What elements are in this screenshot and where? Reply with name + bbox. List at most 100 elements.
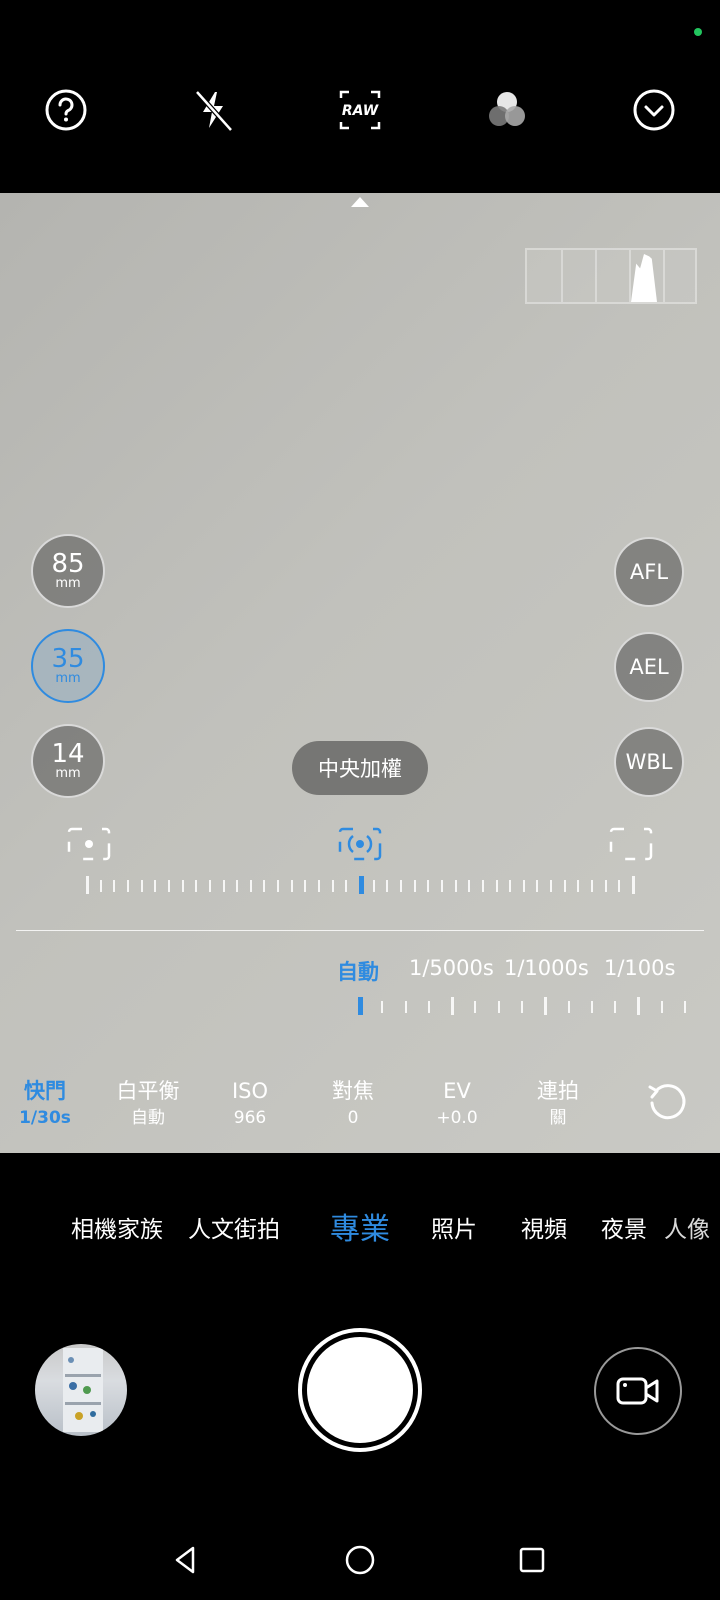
focal-value: 35	[51, 644, 85, 674]
divider	[16, 930, 704, 931]
home-nav-icon[interactable]	[340, 1540, 380, 1580]
slider-tick	[550, 880, 553, 892]
mode-pro[interactable]: 專業	[330, 1204, 390, 1248]
param-label: ISO	[231, 1079, 269, 1103]
flash-off-icon[interactable]	[189, 86, 237, 134]
raw-icon[interactable]: RAW	[336, 86, 384, 134]
center-weighted-metering-icon[interactable]	[337, 826, 383, 862]
param-label: 快門	[24, 1079, 66, 1103]
status-dot	[694, 28, 702, 36]
slider-tick	[99, 880, 102, 892]
slider-tick	[522, 880, 525, 892]
mode-night[interactable]: 夜景	[601, 1210, 647, 1244]
more-chevron-icon[interactable]	[630, 86, 678, 134]
metering-mode-label: 中央加權	[292, 741, 428, 795]
param-label: 白平衡	[116, 1079, 180, 1103]
slider-tick	[140, 880, 143, 892]
slider-tick	[222, 880, 225, 892]
mode-camera-family[interactable]: 相機家族	[71, 1210, 163, 1244]
slider-tick	[451, 997, 455, 1015]
shutter-button[interactable]	[298, 1328, 422, 1452]
slider-tick	[468, 880, 471, 892]
matrix-metering-icon[interactable]	[608, 826, 654, 862]
slider-tick	[86, 876, 89, 894]
video-camera-icon	[616, 1377, 659, 1405]
slider-tick	[404, 1001, 407, 1013]
slider-tick	[386, 880, 389, 892]
slider-tick	[236, 880, 239, 892]
slider-tick	[590, 1001, 593, 1013]
mode-photo[interactable]: 照片	[431, 1210, 477, 1244]
param-value: 1/30s	[19, 1108, 71, 1128]
shutter-auto-option[interactable]: 自動	[337, 956, 379, 986]
param-iso[interactable]: ISO 966	[200, 1078, 300, 1130]
slider-tick	[154, 880, 157, 892]
param-label: 連拍	[537, 1079, 579, 1103]
param-ev[interactable]: EV +0.0	[407, 1078, 507, 1130]
slider-tick	[413, 880, 416, 892]
param-value: 0	[347, 1108, 359, 1128]
recents-nav-icon[interactable]	[512, 1540, 552, 1580]
slider-tick	[359, 876, 364, 894]
mode-portrait[interactable]: 人像	[664, 1210, 710, 1244]
video-record-button[interactable]	[594, 1347, 682, 1435]
reset-icon[interactable]	[646, 1082, 688, 1124]
metering-label-text: 中央加權	[318, 757, 402, 781]
afl-label: AFL	[629, 560, 669, 584]
param-shutter[interactable]: 快門 1/30s	[0, 1078, 95, 1130]
shutter-option[interactable]: 1/100s	[604, 956, 675, 980]
focal-unit: mm	[55, 576, 81, 591]
ael-button[interactable]: AEL	[614, 632, 684, 702]
slider-tick	[637, 997, 641, 1015]
back-nav-icon[interactable]	[166, 1540, 206, 1580]
color-filter-icon[interactable]	[483, 86, 531, 134]
slider-tick	[208, 880, 211, 892]
focal-value: 85	[51, 549, 85, 579]
slider-tick	[331, 880, 334, 892]
slider-tick	[263, 880, 266, 892]
slider-tick	[381, 1001, 384, 1013]
slider-tick	[604, 880, 607, 892]
shutter-inner	[307, 1337, 413, 1443]
slider-tick	[454, 880, 457, 892]
slider-tick	[497, 1001, 500, 1013]
param-value: 自動	[131, 1108, 165, 1128]
afl-button[interactable]: AFL	[614, 537, 684, 607]
param-white-balance[interactable]: 白平衡 自動	[98, 1078, 198, 1130]
slider-tick	[632, 876, 635, 894]
shutter-speed-slider[interactable]	[358, 997, 688, 1015]
gallery-thumbnail[interactable]	[35, 1344, 127, 1436]
slider-tick	[167, 880, 170, 892]
slider-tick	[567, 1001, 570, 1013]
slider-tick	[660, 1001, 663, 1013]
expand-caret-icon[interactable]	[351, 197, 369, 207]
wbl-label: WBL	[625, 750, 673, 774]
focal-14mm-button[interactable]: 14 mm	[31, 724, 105, 798]
histogram	[525, 248, 697, 304]
slider-tick	[399, 880, 402, 892]
mode-video[interactable]: 視頻	[521, 1210, 567, 1244]
param-label: 對焦	[332, 1079, 374, 1103]
help-icon[interactable]	[42, 86, 90, 134]
param-burst[interactable]: 連拍 關	[508, 1078, 608, 1130]
slider-tick	[544, 997, 548, 1015]
metering-slider[interactable]	[86, 876, 635, 896]
slider-tick	[249, 880, 252, 892]
slider-tick	[304, 880, 307, 892]
wbl-button[interactable]: WBL	[614, 727, 684, 797]
param-focus[interactable]: 對焦 0	[303, 1078, 403, 1130]
shutter-option[interactable]: 1/5000s	[409, 956, 494, 980]
slider-tick	[372, 880, 375, 892]
shutter-option[interactable]: 1/1000s	[504, 956, 589, 980]
param-value: 966	[233, 1108, 267, 1128]
mode-street[interactable]: 人文街拍	[188, 1210, 280, 1244]
focal-85mm-button[interactable]: 85 mm	[31, 534, 105, 608]
slider-tick	[113, 880, 116, 892]
ael-label: AEL	[629, 655, 669, 679]
focal-35mm-button[interactable]: 35 mm	[31, 629, 105, 703]
slider-tick	[521, 1001, 523, 1013]
slider-tick	[358, 997, 363, 1015]
slider-tick	[614, 1001, 617, 1013]
spot-metering-icon[interactable]	[66, 826, 112, 862]
slider-tick	[481, 880, 484, 892]
